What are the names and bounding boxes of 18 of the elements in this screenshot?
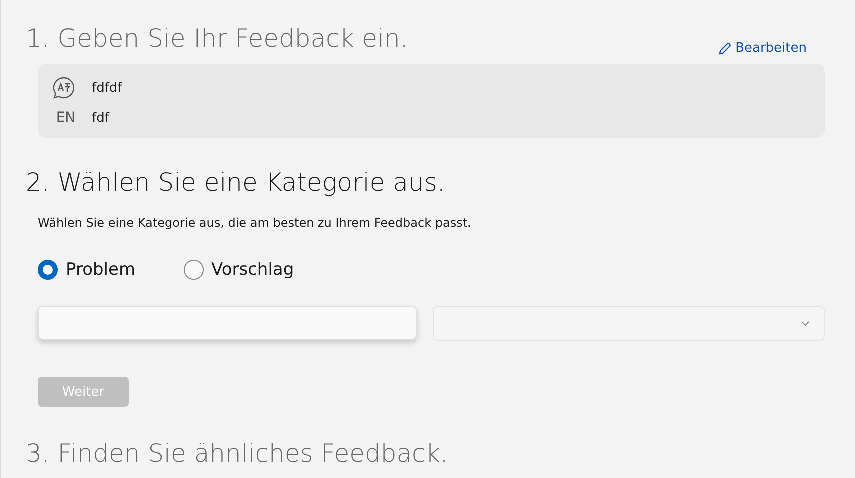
translate-icon <box>52 76 76 100</box>
feedback-title: fdfdf <box>92 80 124 96</box>
category-radio[interactable]: Vorschlag <box>184 260 294 280</box>
category-radio[interactable]: Problem <box>38 260 136 280</box>
pencil-icon <box>718 42 732 56</box>
radio-circle[interactable] <box>184 260 204 280</box>
radio-label: Vorschlag <box>212 260 294 280</box>
step-heading: 3. Finden Sie ähnliches Feedback. <box>26 438 450 470</box>
radio-label: Problem <box>66 260 136 280</box>
chevron-down-icon <box>801 320 810 326</box>
edit-link[interactable]: Bearbeiten <box>718 41 807 56</box>
instruction-text: Wählen Sie eine Kategorie aus, die am besten zu Ihrem Feedback passt. <box>38 216 472 230</box>
category-input-field[interactable] <box>38 306 416 340</box>
step-heading: 2. Wählen Sie eine Kategorie aus. <box>26 167 446 199</box>
language-label: EN <box>55 110 77 126</box>
feedback-description: fdf <box>92 110 111 126</box>
radio-circle[interactable] <box>38 260 58 280</box>
step-heading: 1. Geben Sie Ihr Feedback ein. <box>26 23 408 55</box>
